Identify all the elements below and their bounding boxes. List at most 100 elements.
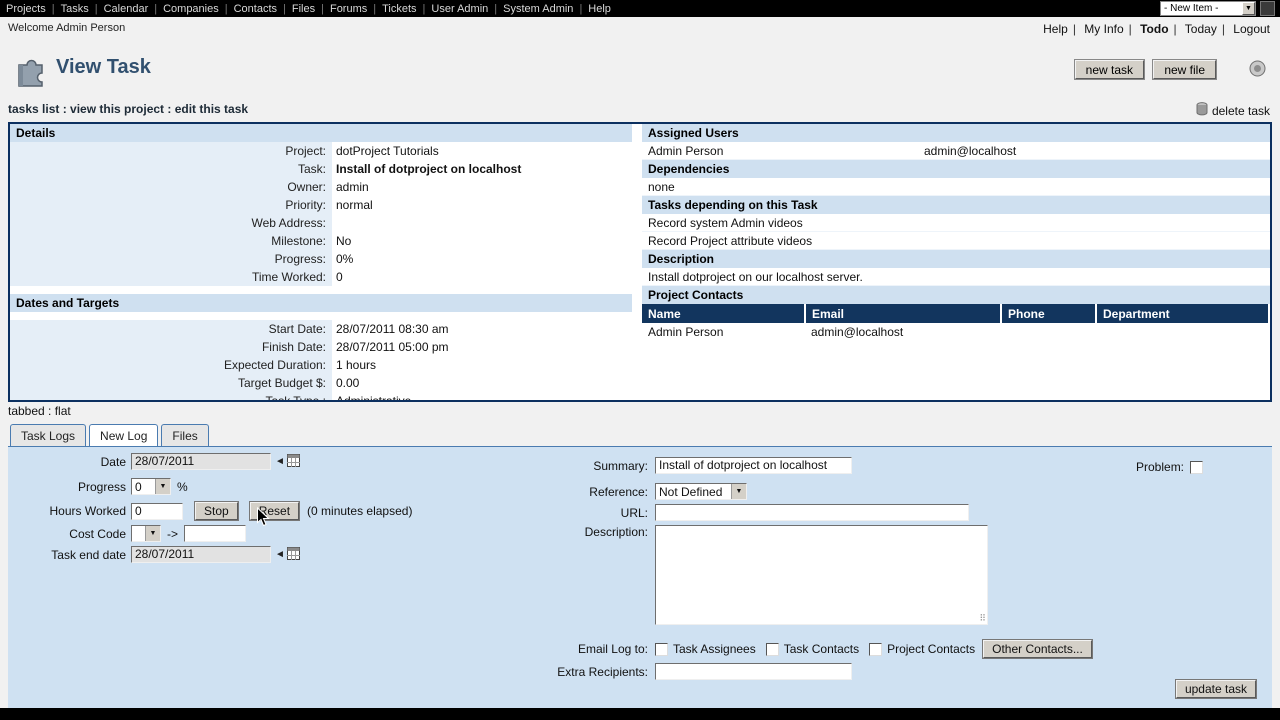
detail-row: Start Date: 28/07/2011 08:30 am bbox=[10, 320, 632, 338]
spacer bbox=[10, 312, 632, 320]
new-log-form-panel: Date 28/07/2011 ◄ Progress 0 ▼ % Hours W… bbox=[8, 446, 1272, 708]
menu-contacts[interactable]: Contacts bbox=[234, 3, 292, 15]
problem-checkbox[interactable] bbox=[1190, 460, 1204, 474]
link-help[interactable]: Help bbox=[1043, 22, 1081, 36]
date-input[interactable]: 28/07/2011 bbox=[131, 453, 271, 470]
new-task-button[interactable]: new task bbox=[1073, 59, 1146, 80]
link-logout[interactable]: Logout bbox=[1233, 22, 1270, 36]
project-contacts-checkbox[interactable] bbox=[869, 642, 883, 656]
delete-task-button[interactable]: delete task bbox=[1196, 102, 1270, 119]
progress-select[interactable]: 0 ▼ bbox=[131, 478, 171, 495]
contact-name: Admin Person bbox=[642, 323, 805, 341]
summary-input[interactable]: Install of dotproject on localhost bbox=[655, 457, 852, 474]
tab-mode-label[interactable]: tabbed : flat bbox=[8, 404, 71, 418]
assigned-user-email: admin@localhost bbox=[924, 144, 1017, 158]
dates-section-header: Dates and Targets bbox=[10, 294, 632, 312]
reference-select[interactable]: Not Defined ▼ bbox=[655, 483, 747, 500]
menu-forums[interactable]: Forums bbox=[330, 3, 382, 15]
hours-worked-row: Hours Worked 0 Stop Reset (0 minutes ela… bbox=[14, 501, 413, 521]
cost-code-row: Cost Code ▼ -> bbox=[14, 525, 247, 542]
menu-help[interactable]: Help bbox=[588, 3, 611, 15]
task-contacts-checkbox[interactable] bbox=[765, 642, 779, 656]
cost-code-input[interactable] bbox=[184, 525, 247, 542]
cost-code-select[interactable]: ▼ bbox=[131, 525, 161, 542]
tab-files[interactable]: Files bbox=[161, 424, 209, 446]
assigned-users-header: Assigned Users bbox=[642, 124, 1270, 142]
link-todo[interactable]: Todo bbox=[1140, 22, 1182, 36]
title-row: View Task new task new file bbox=[0, 50, 1280, 90]
contacts-row: Admin Person admin@localhost bbox=[642, 323, 1269, 341]
info-icon[interactable] bbox=[1249, 60, 1266, 80]
breadcrumb[interactable]: tasks list : view this project : edit th… bbox=[8, 102, 248, 116]
update-task-button[interactable]: update task bbox=[1174, 679, 1258, 699]
description-header: Description bbox=[642, 250, 1270, 268]
chevron-down-icon[interactable]: ▼ bbox=[155, 479, 170, 494]
spacer bbox=[10, 286, 632, 294]
page-title: View Task bbox=[56, 56, 151, 78]
contacts-header-row: Name Email Phone Department bbox=[642, 304, 1270, 323]
tab-new-log[interactable]: New Log bbox=[89, 424, 159, 446]
task-contacts-label: Task Contacts bbox=[783, 642, 860, 656]
depending-task[interactable]: Record system Admin videos bbox=[642, 214, 1270, 232]
detail-label: Target Budget $: bbox=[10, 374, 332, 392]
problem-label: Problem: bbox=[1136, 460, 1185, 474]
reference-value: Not Defined bbox=[659, 485, 723, 499]
menu-companies[interactable]: Companies bbox=[163, 3, 234, 15]
go-button[interactable] bbox=[1260, 1, 1275, 16]
menu-files[interactable]: Files bbox=[292, 3, 330, 15]
chevron-down-icon[interactable]: ▼ bbox=[731, 484, 746, 499]
menu-system-admin[interactable]: System Admin bbox=[503, 3, 588, 15]
detail-value: Install of dotproject on localhost bbox=[332, 160, 632, 178]
reset-button[interactable]: Reset bbox=[248, 501, 301, 521]
detail-row: Task Type : Administrative bbox=[10, 392, 632, 400]
assigned-user-row: Admin Person admin@localhost bbox=[642, 142, 1270, 160]
detail-value: admin bbox=[332, 178, 632, 196]
stop-button[interactable]: Stop bbox=[194, 501, 239, 521]
puzzle-icon bbox=[10, 52, 48, 91]
detail-label: Task Type : bbox=[10, 392, 332, 400]
summary-label: Summary: bbox=[593, 458, 648, 473]
detail-row: Task: Install of dotproject on localhost bbox=[10, 160, 632, 178]
detail-value: dotProject Tutorials bbox=[332, 142, 632, 160]
url-row: URL: bbox=[458, 504, 969, 521]
top-menubar: Projects Tasks Calendar Companies Contac… bbox=[0, 0, 1280, 17]
prev-arrow-icon[interactable]: ◄ bbox=[275, 456, 285, 467]
calendar-icon[interactable] bbox=[286, 546, 300, 563]
task-end-date-input[interactable]: 28/07/2011 bbox=[131, 546, 271, 563]
task-assignees-checkbox[interactable] bbox=[655, 642, 668, 656]
menu-projects[interactable]: Projects bbox=[6, 3, 61, 15]
detail-value: Administrative bbox=[332, 392, 632, 400]
prev-arrow-icon[interactable]: ◄ bbox=[275, 549, 285, 560]
menu-user-admin[interactable]: User Admin bbox=[431, 3, 503, 15]
description-row: Description: ⠿ bbox=[458, 525, 988, 625]
elapsed-label: (0 minutes elapsed) bbox=[307, 504, 413, 518]
tab-task-logs[interactable]: Task Logs bbox=[10, 424, 87, 446]
trash-icon bbox=[1196, 102, 1208, 119]
chevron-down-icon[interactable]: ▼ bbox=[145, 526, 160, 541]
bottom-letterbox-bar bbox=[0, 708, 1280, 720]
description-textarea[interactable]: ⠿ bbox=[655, 525, 988, 625]
depending-task[interactable]: Record Project attribute videos bbox=[642, 232, 1270, 250]
email-log-label: Email Log to: bbox=[577, 642, 648, 656]
calendar-icon[interactable] bbox=[286, 453, 300, 470]
other-contacts-button[interactable]: Other Contacts... bbox=[982, 639, 1093, 659]
link-my-info[interactable]: My Info bbox=[1084, 22, 1136, 36]
menu-tickets[interactable]: Tickets bbox=[382, 3, 431, 15]
detail-label: Priority: bbox=[10, 196, 332, 214]
link-today[interactable]: Today bbox=[1185, 22, 1230, 36]
extra-recipients-input[interactable] bbox=[655, 663, 852, 680]
progress-value: 0 bbox=[135, 480, 142, 494]
new-item-dropdown[interactable]: - New Item - ▼ bbox=[1160, 1, 1256, 16]
cost-code-label: Cost Code bbox=[69, 526, 126, 541]
resize-grip-icon[interactable]: ⠿ bbox=[979, 613, 986, 624]
url-input[interactable] bbox=[655, 504, 969, 521]
description-value: Install dotproject on our localhost serv… bbox=[642, 268, 1270, 286]
menu-tasks[interactable]: Tasks bbox=[61, 3, 104, 15]
reference-label: Reference: bbox=[589, 484, 648, 499]
hours-worked-input[interactable]: 0 bbox=[131, 502, 183, 520]
detail-value: No bbox=[332, 232, 632, 250]
chevron-down-icon[interactable]: ▼ bbox=[1242, 2, 1255, 15]
menu-calendar[interactable]: Calendar bbox=[104, 3, 164, 15]
breadcrumb-row: tasks list : view this project : edit th… bbox=[0, 100, 1280, 118]
new-file-button[interactable]: new file bbox=[1152, 59, 1217, 80]
